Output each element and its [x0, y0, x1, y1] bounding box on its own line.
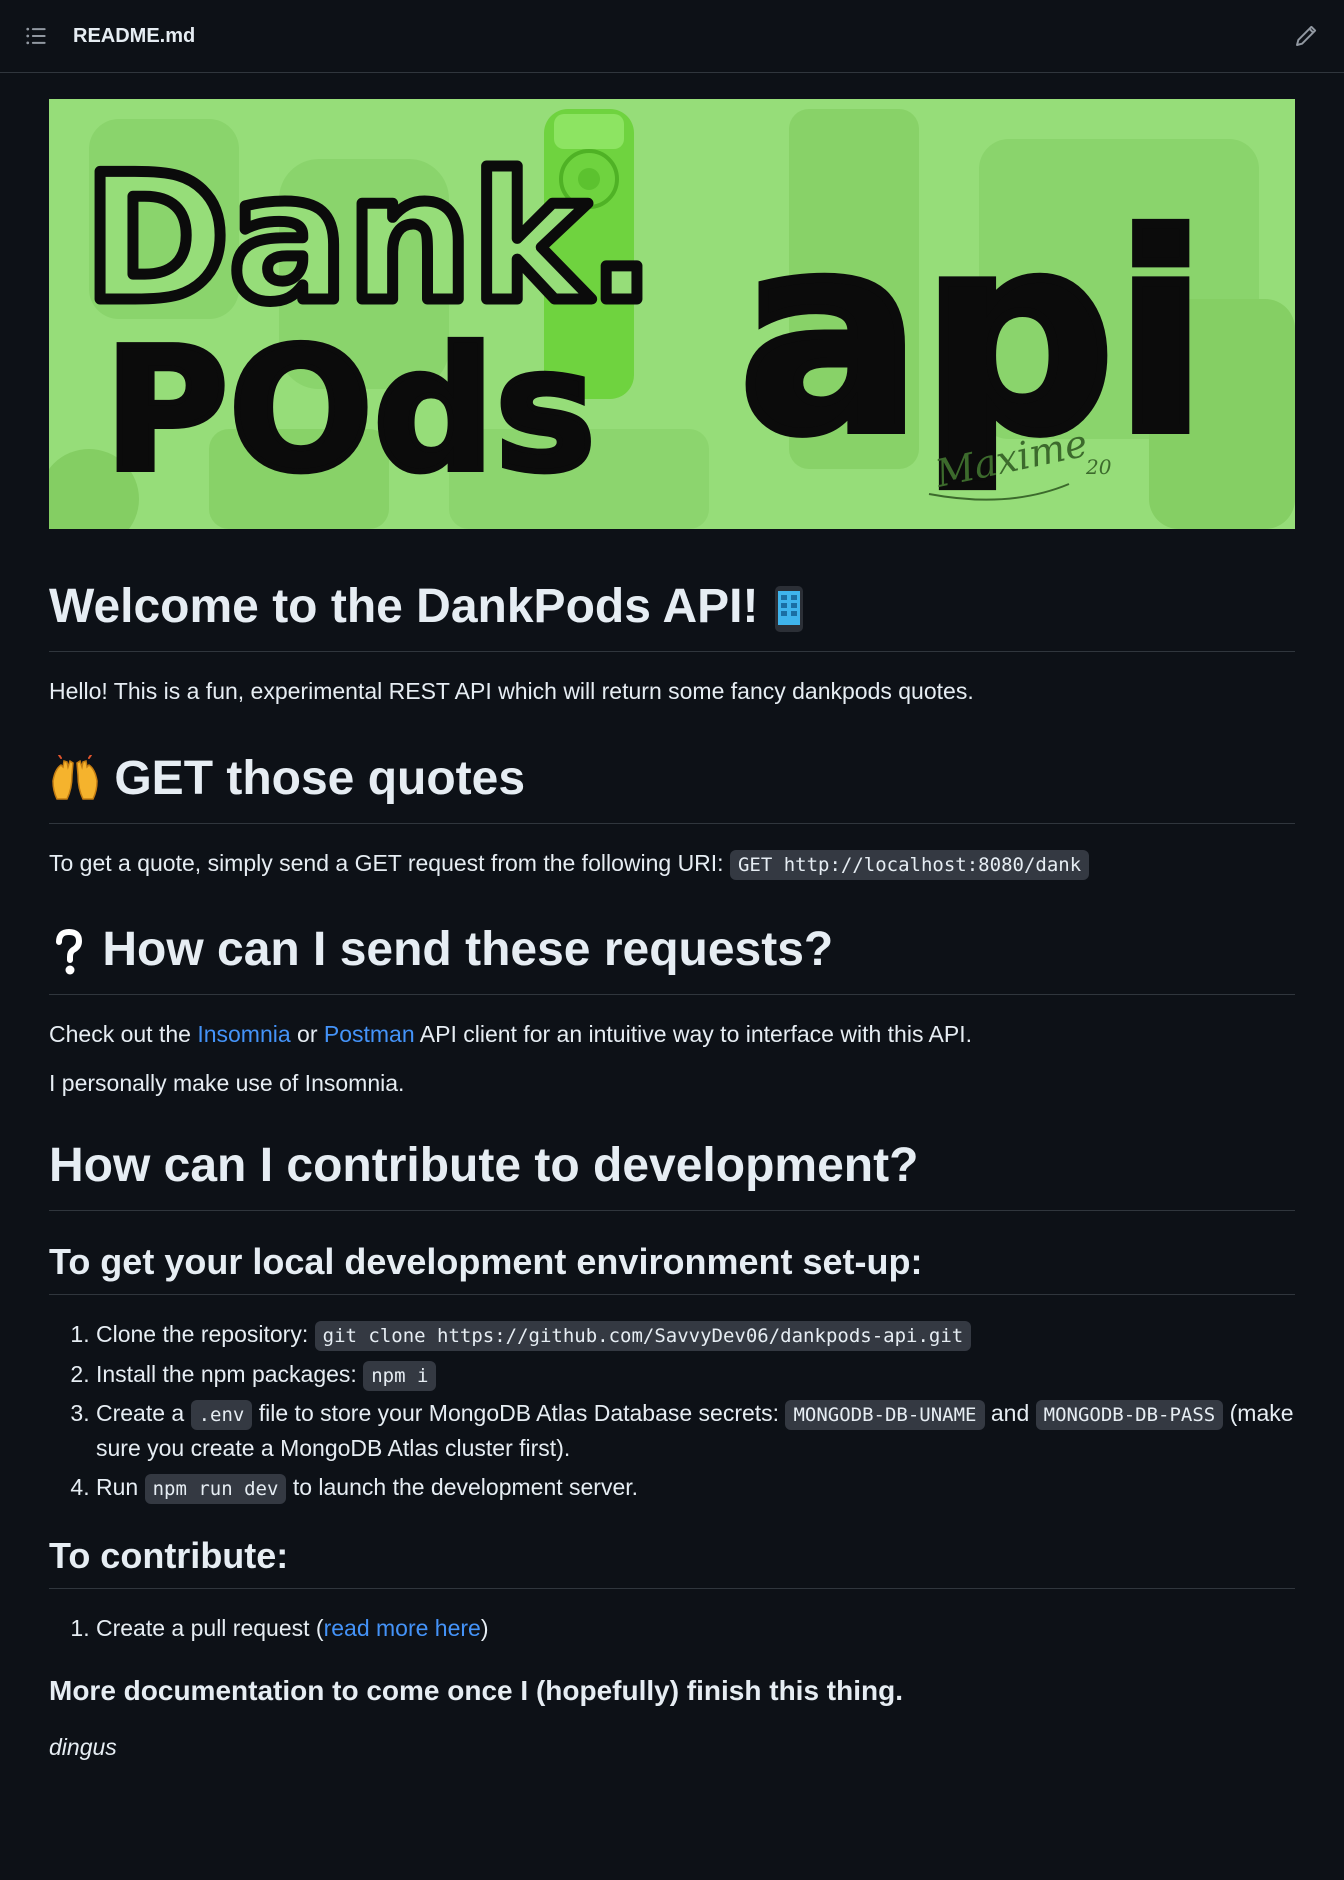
raised-hands-icon — [52, 754, 98, 800]
list-item: Run npm run dev to launch the developmen… — [96, 1470, 1295, 1505]
list-item: Create a pull request (read more here) — [96, 1611, 1295, 1646]
banner-text-line1: Dank. — [84, 138, 655, 341]
step-text: and — [990, 1400, 1030, 1426]
insomnia-link[interactable]: Insomnia — [197, 1021, 290, 1047]
step-text: to launch the development server. — [292, 1474, 639, 1500]
file-name: README.md — [73, 24, 196, 47]
readme-content: Dank. POds api Maxime 20 Welcome to the … — [0, 73, 1344, 1765]
get-heading: GET those quotes — [49, 749, 1295, 824]
welcome-title: Welcome to the DankPods API! — [49, 580, 759, 633]
read-more-link[interactable]: read more here — [324, 1615, 481, 1641]
file-header: README.md — [0, 0, 1344, 73]
step-text: Clone the repository: — [96, 1321, 309, 1347]
step-text: Install the npm packages: — [96, 1360, 357, 1387]
get-paragraph: To get a quote, simply send a GET reques… — [49, 846, 1295, 881]
step-code: MONGODB-DB-PASS — [1035, 1400, 1224, 1430]
step-text: Run — [96, 1474, 139, 1500]
banner-signature-year: 20 — [1085, 455, 1112, 479]
step-code: git clone https://github.com/SavvyDev06/… — [314, 1321, 972, 1351]
get-uri-code: GET http://localhost:8080/dank — [729, 849, 1090, 880]
clients-text-before: Check out the — [49, 1021, 191, 1047]
list-item: Clone the repository: git clone https://… — [96, 1317, 1295, 1352]
banner-text-line2: POds — [104, 312, 596, 510]
welcome-heading: Welcome to the DankPods API! — [49, 577, 1295, 652]
setup-heading: To get your local development environmen… — [49, 1239, 1295, 1295]
setup-steps-list: Clone the repository: git clone https://… — [49, 1317, 1295, 1505]
postman-link[interactable]: Postman — [324, 1021, 415, 1047]
step-code: .env — [190, 1400, 253, 1430]
step-text: file to store your MongoDB Atlas Databas… — [258, 1400, 780, 1426]
list-item: Create a .env file to store your MongoDB… — [96, 1396, 1295, 1465]
clients-paragraph: Check out the Insomnia or Postman API cl… — [49, 1017, 1295, 1052]
banner-image: Dank. POds api Maxime 20 — [49, 99, 1295, 529]
question-mark-icon — [56, 929, 83, 975]
clients-text-or: or — [297, 1021, 318, 1047]
step-code: MONGODB-DB-UNAME — [785, 1400, 985, 1430]
pencil-icon[interactable] — [1294, 24, 1318, 48]
contribute-subheading: To contribute: — [49, 1533, 1295, 1589]
contribute-heading: How can I contribute to development? — [49, 1136, 1295, 1211]
how-heading: How can I send these requests? — [49, 920, 1295, 995]
more-docs-heading: More documentation to come once I (hopef… — [49, 1675, 903, 1706]
personal-paragraph: I personally make use of Insomnia. — [49, 1069, 405, 1096]
step-code: npm run dev — [144, 1474, 287, 1504]
get-title: GET those quotes — [114, 751, 526, 805]
signoff-paragraph: dingus — [49, 1730, 1295, 1765]
pr-close: ) — [480, 1614, 489, 1641]
list-item: Install the npm packages: npm i — [96, 1357, 1295, 1392]
get-text: To get a quote, simply send a GET reques… — [49, 849, 724, 876]
clients-text-after: API client for an intuitive way to inter… — [419, 1021, 973, 1047]
signoff-text: dingus — [49, 1734, 117, 1760]
intro-paragraph: Hello! This is a fun, experimental REST … — [49, 678, 974, 704]
contribute-steps-list: Create a pull request (read more here) — [49, 1611, 1295, 1646]
file-header-left: README.md — [25, 25, 195, 48]
how-title: How can I send these requests? — [102, 923, 834, 976]
step-code: npm i — [363, 1360, 437, 1391]
step-text: Create a — [96, 1400, 185, 1426]
pr-text: Create a pull request ( — [96, 1614, 324, 1641]
list-icon[interactable] — [25, 25, 47, 47]
banner-art: Dank. POds api Maxime 20 — [49, 99, 1295, 529]
mobile-phone-icon — [774, 586, 803, 633]
